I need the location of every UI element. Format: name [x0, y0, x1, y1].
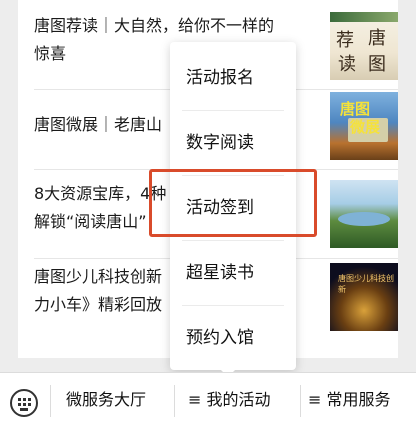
highlight-box-checkin [149, 169, 317, 237]
micro-service-hall-button[interactable]: 微服务大厅 [66, 373, 146, 427]
common-services-button[interactable]: ≡ 常用服务 [308, 373, 391, 427]
keyboard-icon[interactable] [10, 389, 38, 417]
thumb-text: 微展 [350, 118, 381, 136]
thumb-text: 图 [368, 54, 386, 75]
thumb-decoration [330, 12, 398, 22]
my-activity-button[interactable]: ≡ 我的活动 [188, 373, 271, 427]
menu-item-chaoxing-reading[interactable]: 超星读书 [170, 241, 296, 305]
thumb-text: 唐 [368, 28, 386, 49]
lake-shape [338, 212, 390, 226]
bottom-menu-bar: 微服务大厅 ≡ 我的活动 ≡ 常用服务 [0, 372, 416, 427]
menu-item-book-visit[interactable]: 预约入馆 [170, 306, 296, 370]
stage-event-thumbnail: 唐图少儿科技创新 [330, 263, 398, 331]
menu-item-activity-signup[interactable]: 活动报名 [170, 46, 296, 110]
thumb-text: 唐图少儿科技创新 [338, 274, 394, 294]
landscape-thumbnail [330, 180, 398, 248]
bar-divider [174, 385, 175, 417]
bar-divider [300, 385, 301, 417]
book-cover-thumbnail: 荐 唐 读 图 [330, 12, 398, 80]
bar-divider [50, 385, 51, 417]
menu-item-digital-reading[interactable]: 数字阅读 [170, 111, 296, 175]
thumb-text: 读 [338, 54, 356, 75]
library-building-thumbnail: 唐图 微展 [330, 92, 398, 160]
thumb-text: 荐 [336, 30, 354, 51]
